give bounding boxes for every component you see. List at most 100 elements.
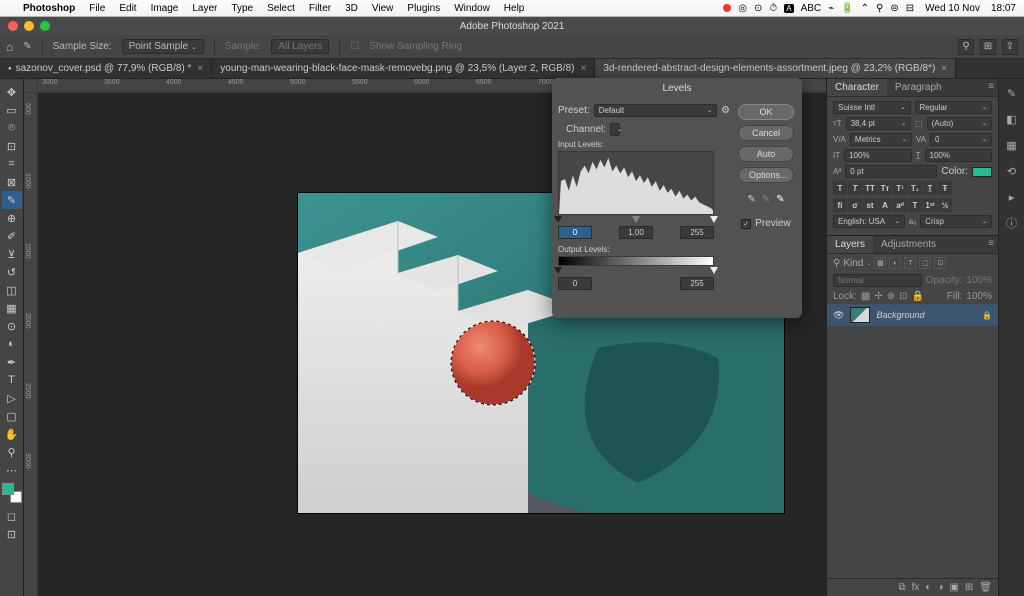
edit-toolbar[interactable]: ⋯: [2, 461, 22, 479]
text-color-swatch[interactable]: [972, 167, 992, 177]
color-swatches[interactable]: [2, 483, 22, 503]
search-icon[interactable]: ⚲: [876, 3, 883, 14]
font-weight-select[interactable]: Regular⌄: [915, 101, 993, 114]
delete-icon[interactable]: 🗑: [979, 582, 992, 593]
mid-point-handle[interactable]: [632, 216, 640, 223]
type-tool[interactable]: T: [2, 371, 22, 389]
menu-type[interactable]: Type: [224, 3, 260, 14]
auto-button[interactable]: Auto: [738, 146, 794, 162]
input-white-field[interactable]: 255: [680, 226, 714, 239]
clock-time[interactable]: 18:07: [991, 3, 1016, 14]
out-white-handle[interactable]: [710, 267, 718, 274]
input-lang[interactable]: ABC: [801, 3, 822, 14]
vertical-ruler[interactable]: 500 1000 1500 2000 2500 3000: [24, 93, 38, 596]
panel-swatches-icon[interactable]: ▦: [1004, 137, 1020, 153]
black-point-handle[interactable]: [554, 216, 562, 223]
workspace-icon[interactable]: ⊞: [980, 39, 996, 55]
ot-A[interactable]: A: [878, 198, 892, 212]
menu-view[interactable]: View: [365, 3, 401, 14]
input-black-field[interactable]: 0: [558, 226, 592, 239]
pen-tool[interactable]: ✒: [2, 353, 22, 371]
preset-gear-icon[interactable]: ⚙: [721, 105, 730, 116]
search-icon[interactable]: ⚲: [958, 39, 974, 55]
options-button[interactable]: Options...: [738, 167, 794, 183]
bluetooth-icon[interactable]: ⌁: [828, 3, 834, 14]
out-black-handle[interactable]: [554, 267, 562, 274]
italic-button[interactable]: T: [848, 181, 862, 195]
lock-all-icon[interactable]: 🔒: [912, 291, 924, 302]
smallcaps-button[interactable]: Tᴛ: [878, 181, 892, 195]
menu-file[interactable]: File: [82, 3, 112, 14]
menu-filter[interactable]: Filter: [302, 3, 338, 14]
allcaps-button[interactable]: TT: [863, 181, 877, 195]
menu-edit[interactable]: Edit: [112, 3, 143, 14]
filter-adjust-icon[interactable]: ◐: [889, 257, 901, 269]
output-slider[interactable]: [558, 267, 714, 275]
filter-smart-icon[interactable]: ⊡: [934, 257, 946, 269]
baseline-input[interactable]: 0 pt: [845, 165, 937, 178]
ot-half[interactable]: ½: [938, 198, 952, 212]
cancel-button[interactable]: Cancel: [738, 125, 794, 141]
tool-preset-icon[interactable]: ✎: [23, 41, 31, 52]
group-icon[interactable]: ▣: [949, 582, 958, 593]
window-titlebar[interactable]: Adobe Photoshop 2021: [0, 17, 1024, 35]
kerning-select[interactable]: Metrics⌄: [850, 133, 912, 146]
menu-plugins[interactable]: Plugins: [400, 3, 447, 14]
status-icon-1[interactable]: ◎: [738, 3, 747, 14]
mask-icon[interactable]: ◐: [925, 582, 931, 593]
white-point-handle[interactable]: [710, 216, 718, 223]
panel-menu-icon[interactable]: ≡: [988, 238, 994, 249]
menu-select[interactable]: Select: [260, 3, 302, 14]
tab-character[interactable]: Character: [827, 79, 887, 96]
battery-icon[interactable]: 🔋: [841, 3, 853, 14]
move-tool[interactable]: ✥: [2, 83, 22, 101]
adjustment-icon[interactable]: ◑: [937, 582, 943, 593]
input-lang-icon[interactable]: A: [784, 4, 793, 13]
path-select-tool[interactable]: ▷: [2, 389, 22, 407]
screenmode-tool[interactable]: ⊡: [2, 525, 22, 543]
menu-image[interactable]: Image: [144, 3, 186, 14]
sample-size-select[interactable]: Point Sample ⌄: [122, 39, 204, 54]
status-icon-sync[interactable]: ⊙: [754, 3, 762, 14]
foreground-color[interactable]: [2, 483, 14, 495]
menu-window[interactable]: Window: [447, 3, 497, 14]
status-icon-clock[interactable]: ⏱: [769, 3, 777, 14]
antialias-select[interactable]: Crisp⌄: [920, 215, 992, 228]
document-tab[interactable]: 3d-rendered-abstract-design-elements-ass…: [595, 59, 956, 78]
fx-icon[interactable]: fx: [912, 582, 920, 593]
crop-tool[interactable]: ⌗: [2, 155, 22, 173]
menu-help[interactable]: Help: [497, 3, 532, 14]
ot-fi[interactable]: fi: [833, 198, 847, 212]
visibility-icon[interactable]: 👁: [833, 310, 844, 321]
panel-actions-icon[interactable]: ▸: [1004, 189, 1020, 205]
vscale-input[interactable]: 100%: [844, 149, 912, 162]
brush-tool[interactable]: ✐: [2, 227, 22, 245]
bold-button[interactable]: T: [833, 181, 847, 195]
eraser-tool[interactable]: ◫: [2, 281, 22, 299]
eyedropper-tool[interactable]: ✎: [2, 191, 22, 209]
language-select[interactable]: English: USA⌄: [833, 215, 905, 228]
input-mid-field[interactable]: 1,00: [619, 226, 653, 239]
preview-checkbox[interactable]: ✓: [741, 219, 751, 229]
lock-move-icon[interactable]: ⊕: [887, 291, 895, 302]
lock-pixels-icon[interactable]: ▩: [861, 291, 870, 302]
lock-artboard-icon[interactable]: ⊡: [899, 291, 907, 302]
home-icon[interactable]: ⌂: [6, 40, 13, 54]
document-tab[interactable]: young-man-wearing-black-face-mask-remove…: [212, 59, 595, 78]
user-icon[interactable]: ⊜: [890, 3, 898, 14]
strike-button[interactable]: Ŧ: [938, 181, 952, 195]
leading-input[interactable]: (Auto)⌄: [927, 117, 992, 130]
ot-sigma[interactable]: σ: [848, 198, 862, 212]
panel-brushes-icon[interactable]: ✎: [1004, 85, 1020, 101]
new-layer-icon[interactable]: ⊞: [965, 582, 973, 593]
clock-date[interactable]: Wed 10 Nov: [925, 3, 980, 14]
ot-ad[interactable]: aᵈ: [893, 198, 907, 212]
panel-menu-icon[interactable]: ≡: [988, 81, 994, 92]
gray-eyedropper-icon[interactable]: ✎: [762, 194, 770, 205]
wifi-icon[interactable]: ⌃: [861, 3, 869, 14]
menu-3d[interactable]: 3D: [338, 3, 365, 14]
superscript-button[interactable]: T¹: [893, 181, 907, 195]
close-tab-icon[interactable]: ×: [197, 63, 203, 74]
filter-type-icon[interactable]: T: [904, 257, 916, 269]
object-select-tool[interactable]: ⊡: [2, 137, 22, 155]
